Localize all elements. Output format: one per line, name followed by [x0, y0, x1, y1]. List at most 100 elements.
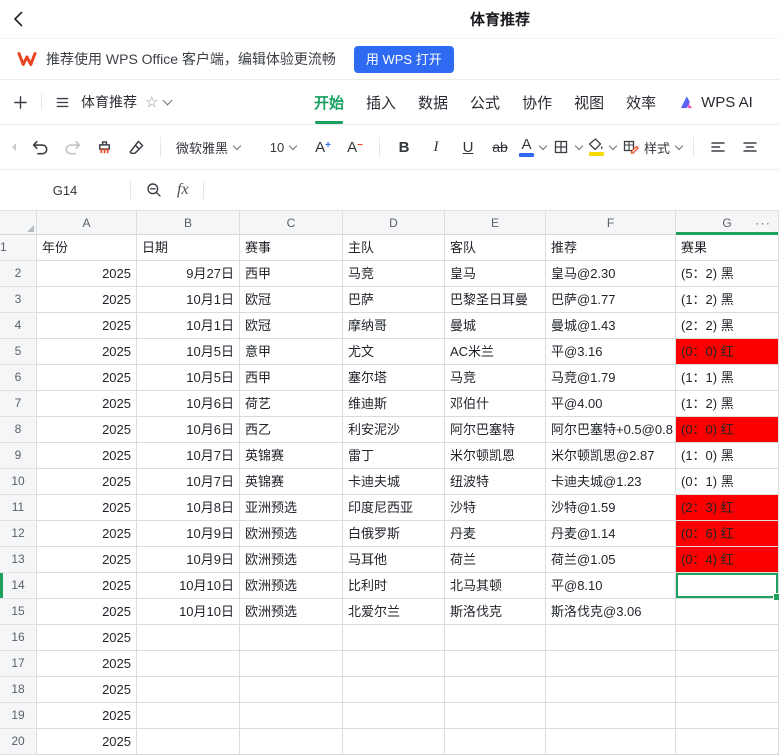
cell-B10[interactable]: 10月7日: [137, 469, 240, 495]
cell-G10[interactable]: (0：1) 黑: [676, 469, 779, 495]
strikethrough-button[interactable]: ab: [487, 131, 513, 163]
cell-A16[interactable]: 2025: [37, 625, 137, 651]
cell-E1[interactable]: 客队: [445, 235, 546, 261]
cell-D6[interactable]: 塞尔塔: [343, 365, 445, 391]
cell-F16[interactable]: [546, 625, 676, 651]
cell-A15[interactable]: 2025: [37, 599, 137, 625]
cell-B18[interactable]: [137, 677, 240, 703]
cell-F9[interactable]: 米尔顿凯思@2.87: [546, 443, 676, 469]
cell-A17[interactable]: 2025: [37, 651, 137, 677]
cell-E9[interactable]: 米尔顿凯恩: [445, 443, 546, 469]
cell-E15[interactable]: 斯洛伐克: [445, 599, 546, 625]
cell-D8[interactable]: 利安泥沙: [343, 417, 445, 443]
cell-D14[interactable]: 比利时: [343, 573, 445, 599]
cell-D11[interactable]: 印度尼西亚: [343, 495, 445, 521]
cell-G2[interactable]: (5：2) 黑: [676, 261, 779, 287]
fx-icon[interactable]: fx: [177, 181, 189, 199]
cell-C8[interactable]: 西乙: [240, 417, 343, 443]
cell-A7[interactable]: 2025: [37, 391, 137, 417]
cell-D2[interactable]: 马竞: [343, 261, 445, 287]
undo-button[interactable]: [27, 131, 53, 163]
font-color-button[interactable]: A: [519, 131, 546, 163]
cell-F4[interactable]: 曼城@1.43: [546, 313, 676, 339]
cell-A9[interactable]: 2025: [37, 443, 137, 469]
cell-D15[interactable]: 北爱尔兰: [343, 599, 445, 625]
cell-E7[interactable]: 邓伯什: [445, 391, 546, 417]
cell-C14[interactable]: 欧洲预选: [240, 573, 343, 599]
cell-A10[interactable]: 2025: [37, 469, 137, 495]
cell-C4[interactable]: 欧冠: [240, 313, 343, 339]
cell-A2[interactable]: 2025: [37, 261, 137, 287]
row-header-18[interactable]: 18: [0, 677, 37, 703]
cell-G7[interactable]: (1：2) 黑: [676, 391, 779, 417]
cell-C17[interactable]: [240, 651, 343, 677]
tab-insert[interactable]: 插入: [355, 80, 407, 124]
row-header-4[interactable]: 4: [0, 313, 37, 339]
increase-font-button[interactable]: A+: [310, 131, 336, 163]
cell-G15[interactable]: [676, 599, 779, 625]
cell-D13[interactable]: 马耳他: [343, 547, 445, 573]
cell-G9[interactable]: (1：0) 黑: [676, 443, 779, 469]
font-size-select[interactable]: 10: [262, 131, 304, 163]
cell-C11[interactable]: 亚洲预选: [240, 495, 343, 521]
row-header-7[interactable]: 7: [0, 391, 37, 417]
cell-G3[interactable]: (1：2) 黑: [676, 287, 779, 313]
tab-efficiency[interactable]: 效率: [615, 80, 667, 124]
cell-F12[interactable]: 丹麦@1.14: [546, 521, 676, 547]
align-center-button[interactable]: [737, 131, 763, 163]
tab-collab[interactable]: 协作: [511, 80, 563, 124]
cell-B14[interactable]: 10月10日: [137, 573, 240, 599]
cell-E6[interactable]: 马竞: [445, 365, 546, 391]
cell-B12[interactable]: 10月9日: [137, 521, 240, 547]
cell-B5[interactable]: 10月5日: [137, 339, 240, 365]
cell-B1[interactable]: 日期: [137, 235, 240, 261]
cell-D16[interactable]: [343, 625, 445, 651]
row-header-20[interactable]: 20: [0, 729, 37, 755]
format-painter-icon[interactable]: [91, 131, 117, 163]
cell-D7[interactable]: 维迪斯: [343, 391, 445, 417]
cell-D3[interactable]: 巴萨: [343, 287, 445, 313]
cell-G13[interactable]: (0：4) 红: [676, 547, 779, 573]
cell-F10[interactable]: 卡迪夫城@1.23: [546, 469, 676, 495]
cell-F17[interactable]: [546, 651, 676, 677]
cell-A18[interactable]: 2025: [37, 677, 137, 703]
cell-C20[interactable]: [240, 729, 343, 755]
col-header-C[interactable]: C: [240, 211, 343, 234]
cell-D10[interactable]: 卡迪夫城: [343, 469, 445, 495]
cell-E20[interactable]: [445, 729, 546, 755]
col-header-G[interactable]: G···: [676, 211, 779, 234]
col-header-D[interactable]: D: [343, 211, 445, 234]
cell-B4[interactable]: 10月1日: [137, 313, 240, 339]
cell-D9[interactable]: 雷丁: [343, 443, 445, 469]
cell-C13[interactable]: 欧洲预选: [240, 547, 343, 573]
cell-reference-box[interactable]: G14: [0, 183, 130, 198]
cell-C12[interactable]: 欧洲预选: [240, 521, 343, 547]
cell-G17[interactable]: [676, 651, 779, 677]
cell-F8[interactable]: 阿尔巴塞特+0.5@0.8: [546, 417, 676, 443]
cell-A6[interactable]: 2025: [37, 365, 137, 391]
cell-G16[interactable]: [676, 625, 779, 651]
cell-E5[interactable]: AC米兰: [445, 339, 546, 365]
cell-A11[interactable]: 2025: [37, 495, 137, 521]
col-header-F[interactable]: F: [546, 211, 676, 234]
tab-view[interactable]: 视图: [563, 80, 615, 124]
cell-G20[interactable]: [676, 729, 779, 755]
cell-B11[interactable]: 10月8日: [137, 495, 240, 521]
cell-A20[interactable]: 2025: [37, 729, 137, 755]
italic-button[interactable]: I: [423, 131, 449, 163]
new-sheet-button[interactable]: [12, 94, 29, 111]
cell-E11[interactable]: 沙特: [445, 495, 546, 521]
cell-B17[interactable]: [137, 651, 240, 677]
row-header-8[interactable]: 8: [0, 417, 37, 443]
cell-G5[interactable]: (0：0) 红: [676, 339, 779, 365]
cell-B2[interactable]: 9月27日: [137, 261, 240, 287]
tab-formula[interactable]: 公式: [459, 80, 511, 124]
cell-C2[interactable]: 西甲: [240, 261, 343, 287]
cell-G11[interactable]: (2：3) 红: [676, 495, 779, 521]
row-header-19[interactable]: 19: [0, 703, 37, 729]
cell-B16[interactable]: [137, 625, 240, 651]
cell-F15[interactable]: 斯洛伐克@3.06: [546, 599, 676, 625]
cell-D1[interactable]: 主队: [343, 235, 445, 261]
decrease-font-button[interactable]: A−: [342, 131, 368, 163]
cell-B3[interactable]: 10月1日: [137, 287, 240, 313]
